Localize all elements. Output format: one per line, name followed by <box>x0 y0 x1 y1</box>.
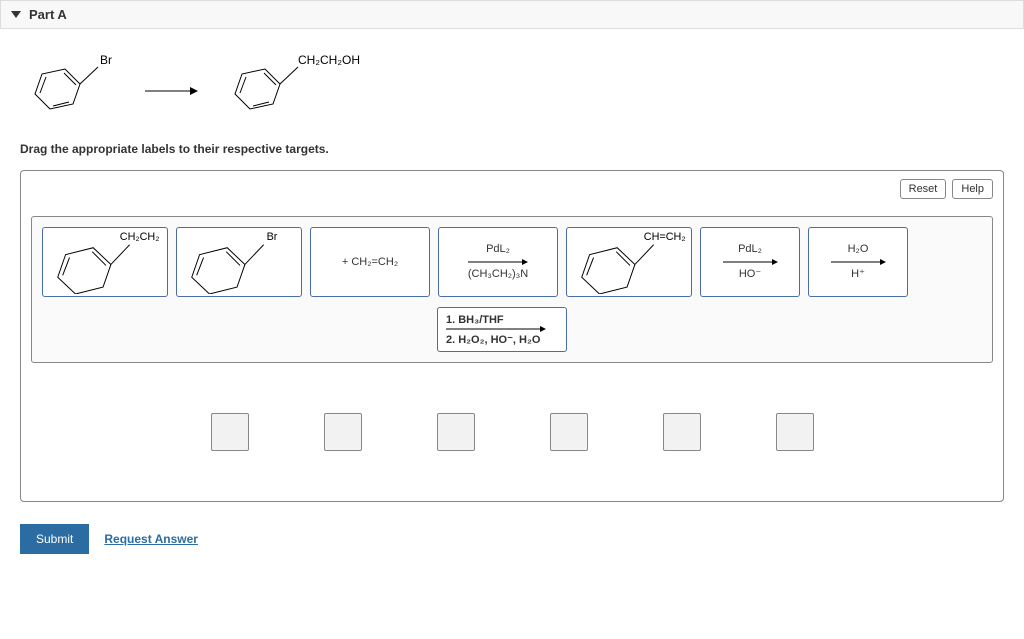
tile-line1: 1. BH₃/THF <box>446 314 504 326</box>
product-molecule: CH₂CH₂OH <box>220 49 370 132</box>
label-tile-pdl2-ho[interactable]: PdL₂ HO⁻ <box>700 227 800 297</box>
tile-top: PdL₂ <box>738 243 762 256</box>
reset-button[interactable]: Reset <box>900 179 947 199</box>
label-tile-benzene-br[interactable]: Br <box>176 227 302 297</box>
reactant-label: Br <box>100 53 112 67</box>
drag-panel: Reset Help CH₂CH₂ <box>20 170 1004 502</box>
tile-substituent: CH=CH₂ <box>644 231 686 243</box>
target-box-3[interactable] <box>437 413 475 451</box>
labels-row-1: CH₂CH₂ Br + CH₂=CH₂ <box>42 227 982 297</box>
help-button[interactable]: Help <box>952 179 993 199</box>
tile-bottom: HO⁻ <box>739 268 761 281</box>
collapse-icon <box>11 11 21 18</box>
content-area: Br CH₂CH₂OH Drag the appropriate labels … <box>0 29 1024 512</box>
tile-bottom: (CH₃CH₂)₃N <box>468 268 528 281</box>
arrow-icon <box>468 258 528 266</box>
tile-substituent: CH₂CH₂ <box>120 231 160 243</box>
labels-row-2: 1. BH₃/THF 2. H₂O₂, HO⁻, H₂O <box>42 307 982 352</box>
product-label: CH₂CH₂OH <box>298 53 360 67</box>
target-box-4[interactable] <box>550 413 588 451</box>
label-tile-bh3-h2o2[interactable]: 1. BH₃/THF 2. H₂O₂, HO⁻, H₂O <box>437 307 567 352</box>
label-tile-benzene-ch2ch2[interactable]: CH₂CH₂ <box>42 227 168 297</box>
request-answer-link[interactable]: Request Answer <box>104 532 198 546</box>
panel-buttons: Reset Help <box>900 179 993 199</box>
tile-substituent: Br <box>267 231 278 243</box>
target-box-5[interactable] <box>663 413 701 451</box>
part-header[interactable]: Part A <box>0 0 1024 29</box>
label-tile-benzene-vinyl[interactable]: CH=CH₂ <box>566 227 692 297</box>
arrow-icon <box>831 258 886 266</box>
arrow-icon <box>446 326 546 333</box>
target-box-1[interactable] <box>211 413 249 451</box>
instruction-text: Drag the appropriate labels to their res… <box>20 142 1004 166</box>
submit-button[interactable]: Submit <box>20 524 89 554</box>
reactant-molecule: Br <box>20 49 120 132</box>
reaction-display: Br CH₂CH₂OH <box>20 39 1004 142</box>
tile-bottom: H⁺ <box>851 268 865 281</box>
tile-top: PdL₂ <box>486 243 510 256</box>
target-box-6[interactable] <box>776 413 814 451</box>
reaction-arrow-icon <box>140 81 200 101</box>
targets-row <box>31 363 993 491</box>
part-title: Part A <box>29 7 67 22</box>
label-tile-ethylene[interactable]: + CH₂=CH₂ <box>310 227 430 297</box>
tile-text: + CH₂=CH₂ <box>342 256 398 268</box>
target-box-2[interactable] <box>324 413 362 451</box>
tile-line2: 2. H₂O₂, HO⁻, H₂O <box>446 333 540 346</box>
submit-row: Submit Request Answer <box>0 512 1024 574</box>
arrow-icon <box>723 258 778 266</box>
label-tile-h2o-hplus[interactable]: H₂O H⁺ <box>808 227 908 297</box>
label-tile-pdl2-amine[interactable]: PdL₂ (CH₃CH₂)₃N <box>438 227 558 297</box>
tile-top: H₂O <box>848 243 869 256</box>
labels-area: CH₂CH₂ Br + CH₂=CH₂ <box>31 216 993 363</box>
